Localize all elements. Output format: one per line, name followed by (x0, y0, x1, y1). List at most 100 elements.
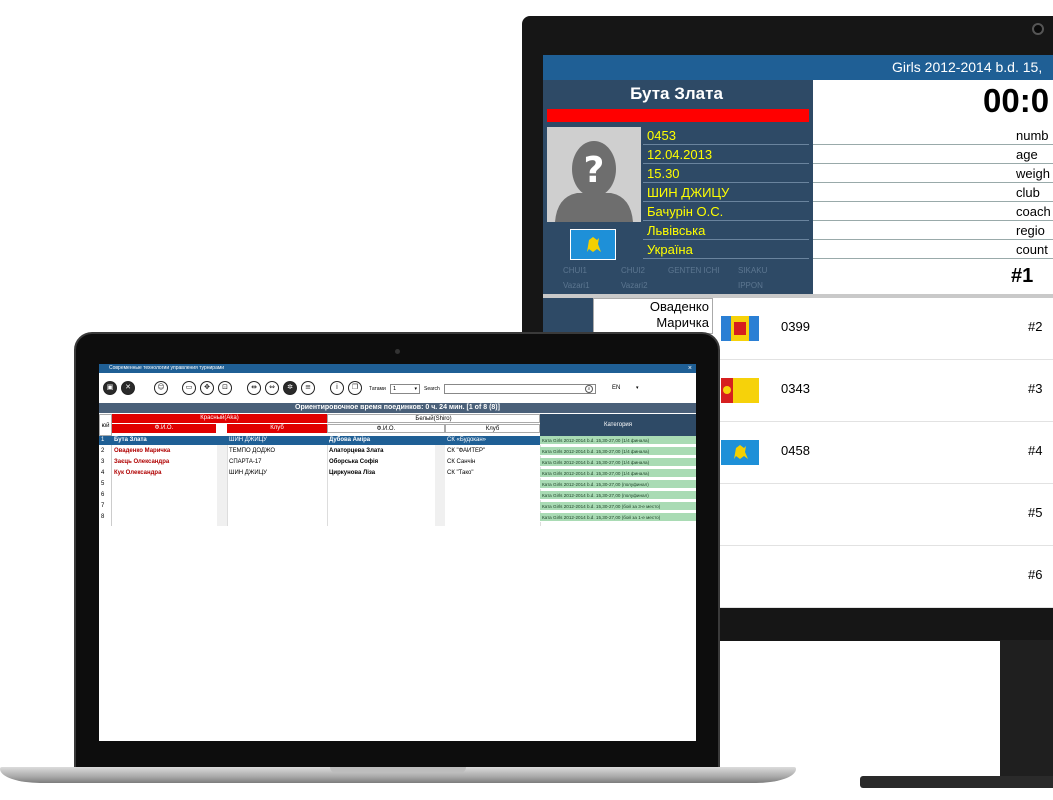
monitor-stand (1000, 640, 1053, 780)
athlete-number: 0453 (643, 126, 809, 145)
search-input[interactable] (444, 384, 596, 394)
user-icon[interactable]: ☺ (154, 381, 168, 395)
table-row[interactable]: 3 Заєць Олександра СПАРТА-17 Оборська Со… (99, 458, 540, 467)
white-fio: Оборська Софія (329, 459, 379, 465)
header-num: юй (99, 414, 112, 436)
white-fio: Алаторцева Злата (329, 448, 384, 454)
queue-rank: #4 (1028, 443, 1043, 458)
search-label: Search (424, 386, 440, 392)
row-number[interactable]: 5 (99, 480, 112, 489)
queue-side-panel (543, 298, 593, 334)
category-cell[interactable]: Ката Girls 2012-2014 b.d. 15,30-27,00 (1… (540, 458, 696, 467)
category-cell[interactable]: Ката Girls 2012-2014 b.d. 15,30-27,00 (1… (540, 469, 696, 478)
list-icon[interactable]: ≡ (301, 381, 315, 395)
queue-row: 0458 #4 (713, 422, 1053, 484)
toolbar: ▣ ✕ ☺ ▭ ✥ ⊡ ⇹ ⇔ ✲ ≡ i ❐ Татами 1 ▾ Searc… (99, 373, 696, 403)
athlete-coach: Бачурін О.С. (643, 202, 809, 221)
category-cell[interactable]: Ката Girls 2012-2014 b.d. 15,30-27,00 (1… (540, 447, 696, 456)
disable-icon[interactable]: ✕ (121, 381, 135, 395)
category-cell[interactable]: Ката Girls 2012-2014 b.d. 15,30-27,00 (б… (540, 513, 696, 522)
white-fio: Циркунова Ліза (329, 470, 376, 476)
queue-rank: #5 (1028, 505, 1043, 520)
field-label: numb (813, 126, 1053, 145)
queue-rank: #2 (1028, 319, 1043, 334)
settings-icon[interactable]: ✲ (283, 381, 297, 395)
queue-number: 0399 (781, 319, 810, 334)
move-icon[interactable]: ✥ (200, 381, 214, 395)
score-label: CHUI2 (621, 266, 646, 275)
table-row[interactable]: 1 Бута Злата ШИН ДЖИЦУ Дубова Аміра СК «… (99, 436, 540, 445)
window-title: Современные технологии управления турнир… (109, 365, 225, 371)
field-label: coach (813, 202, 1053, 221)
row-number[interactable]: 6 (99, 491, 112, 500)
aka-color-bar (547, 109, 809, 122)
white-fio: Дубова Аміра (329, 437, 371, 443)
field-label: weigh (813, 164, 1053, 183)
search-icon[interactable]: ⌕ (585, 385, 593, 393)
flag-icon (721, 316, 759, 341)
svg-text:?: ? (584, 150, 605, 191)
print-icon[interactable]: ▣ (103, 381, 117, 395)
row-number[interactable]: 8 (99, 513, 112, 522)
athlete-birthdate: 12.04.2013 (643, 145, 809, 164)
queue-athlete-name: Оваденко Маричка (593, 298, 713, 334)
header-white: Белый(Shiro) (327, 414, 540, 423)
copy-icon[interactable]: ❐ (348, 381, 362, 395)
queue-rank: #6 (1028, 567, 1043, 582)
red-club: ТЕМПО ДОДЖО (229, 448, 276, 454)
red-club: ШИН ДЖИЦУ (229, 470, 267, 476)
camera-icon (395, 349, 400, 354)
laptop-notch (330, 767, 466, 773)
flag-icon (721, 440, 759, 465)
athlete-club: ШИН ДЖИЦУ (643, 183, 809, 202)
current-rank: #1 (1011, 265, 1034, 287)
header-red-fio: Ф.И.О. (112, 424, 217, 433)
tatami-select[interactable]: 1 ▾ (390, 384, 420, 394)
chevron-down-icon[interactable]: ▾ (636, 385, 639, 391)
tatami-label: Татами (369, 386, 386, 392)
score-label: CHUI1 (563, 266, 588, 275)
red-club: СПАРТА-17 (229, 459, 262, 465)
score-labels: CHUI1 CHUI2 GENTEN ICHI SIKAKU Vazari1 V… (543, 263, 810, 293)
camera-icon (1032, 23, 1044, 35)
red-fio: Заєць Олександра (114, 459, 170, 465)
score-label: Vazari2 (621, 281, 648, 290)
score-label: GENTEN ICHI (668, 266, 720, 275)
field-label: count (813, 240, 1053, 259)
table-row[interactable]: 2 Оваденко Маричка ТЕМПО ДОДЖО Алаторцев… (99, 447, 540, 456)
info-icon[interactable]: i (330, 381, 344, 395)
avatar-placeholder-icon: ? (547, 127, 641, 222)
category-cell[interactable]: Ката Girls 2012-2014 b.d. 15,30-27,00 (п… (540, 480, 696, 489)
join-icon[interactable]: ⇔ (265, 381, 279, 395)
window-icon[interactable]: ⊡ (218, 381, 232, 395)
queue-row: #6 (713, 546, 1053, 608)
queue-number: 0343 (781, 381, 810, 396)
split-icon[interactable]: ⇹ (247, 381, 261, 395)
score-label: IPPON (738, 281, 763, 290)
white-club: СК «Будокан» (447, 437, 487, 443)
category-cell[interactable]: Ката Girls 2012-2014 b.d. 15,30-27,00 (п… (540, 491, 696, 500)
queue-row: 0343 #3 (713, 360, 1053, 422)
score-label: Vazari1 (563, 281, 590, 290)
header-red-club: Клуб (227, 424, 327, 433)
header-white-fio: Ф.И.О. (327, 424, 445, 433)
row-number[interactable]: 7 (99, 502, 112, 511)
row-number: 4 (101, 470, 105, 476)
white-club: СК Санчін (447, 459, 476, 465)
category-cell[interactable]: Ката Girls 2012-2014 b.d. 15,30-27,00 (1… (540, 436, 696, 445)
monitor-icon[interactable]: ▭ (182, 381, 196, 395)
field-label: club (813, 183, 1053, 202)
row-number: 1 (101, 437, 105, 443)
red-club: ШИН ДЖИЦУ (229, 437, 267, 443)
status-bar: Ориентировочное время поединков: 0 ч. 24… (99, 403, 696, 413)
header-category: Категория (540, 414, 696, 436)
red-fio: Кук Олександра (114, 470, 162, 476)
close-icon[interactable]: × (688, 364, 692, 373)
row-number: 2 (101, 448, 105, 454)
category-cell[interactable]: Ката Girls 2012-2014 b.d. 15,30-27,00 (б… (540, 502, 696, 511)
table-row[interactable]: 4 Кук Олександра ШИН ДЖИЦУ Циркунова Ліз… (99, 469, 540, 478)
monitor-stand-base (860, 776, 1053, 788)
athlete-weight: 15.30 (643, 164, 809, 183)
scoreboard-title: Girls 2012-2014 b.d. 15, (543, 55, 1053, 80)
language-select[interactable]: EN (612, 385, 620, 391)
